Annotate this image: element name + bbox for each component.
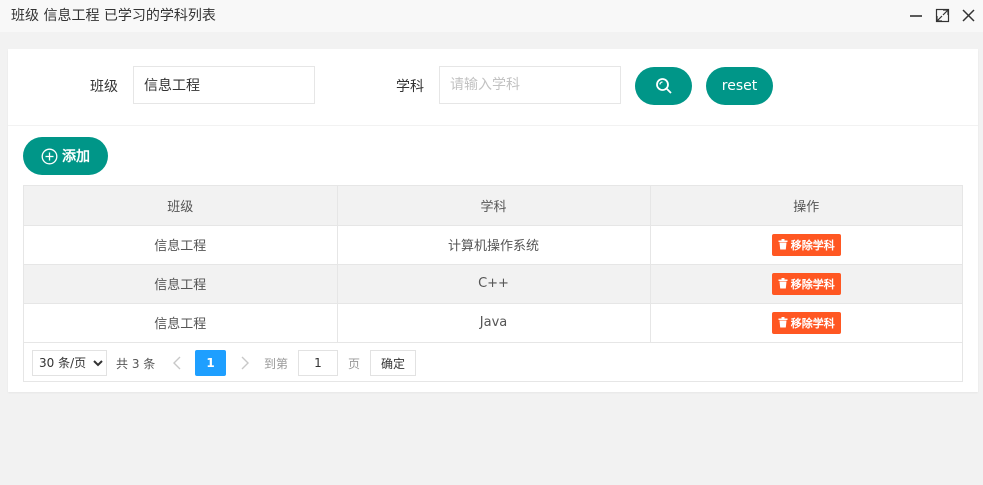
window-title: 班级 信息工程 已学习的学科列表 [11,8,216,24]
remove-subject-label: 移除学科 [790,316,835,330]
search-button[interactable] [635,67,692,105]
trash-icon [778,239,788,250]
cell-class: 信息工程 [24,303,338,343]
search-icon [655,77,673,95]
search-form: 班级 学科 reset [8,49,978,126]
subject-table: 班级 学科 操作 信息工程 计算机操作系统 移除学科 信息工程 C++ 移除学科… [23,185,963,382]
add-button[interactable]: 添加 [23,137,108,175]
column-header-class[interactable]: 班级 [24,186,338,226]
page-unit-label: 页 [348,356,361,371]
page-size-select[interactable]: 30 条/页 [32,350,107,376]
cell-class: 信息工程 [24,225,338,265]
table-row[interactable]: 信息工程 Java 移除学科 [24,303,962,343]
cell-action: 移除学科 [650,303,962,343]
next-page-icon[interactable] [236,350,254,376]
cell-subject: 计算机操作系统 [337,225,651,265]
remove-subject-button[interactable]: 移除学科 [771,272,841,295]
goto-label: 到第 [264,356,289,371]
maximize-icon[interactable] [933,6,951,24]
remove-subject-label: 移除学科 [790,238,835,252]
add-button-label: 添加 [62,149,90,165]
cell-action: 移除学科 [650,225,962,265]
class-label: 班级 [90,79,118,95]
table-header-row: 班级 学科 操作 [24,186,962,226]
column-header-action[interactable]: 操作 [650,186,962,226]
goto-confirm-button[interactable]: 确定 [370,350,416,376]
cell-class: 信息工程 [24,264,338,304]
remove-subject-label: 移除学科 [790,277,835,291]
remove-subject-button[interactable]: 移除学科 [771,311,841,334]
total-count: 共 3 条 [116,356,156,371]
column-header-subject[interactable]: 学科 [337,186,651,226]
window-titlebar: 班级 信息工程 已学习的学科列表 [0,0,983,32]
pagination: 30 条/页 共 3 条 1 到第 页 确定 [24,342,962,382]
cell-action: 移除学科 [650,264,962,304]
goto-page-input[interactable] [298,350,338,376]
prev-page-icon[interactable] [168,350,186,376]
cell-subject: Java [337,303,651,343]
reset-button[interactable]: reset [706,67,773,105]
current-page[interactable]: 1 [195,350,226,376]
cell-subject: C++ [337,264,651,304]
table-row[interactable]: 信息工程 计算机操作系统 移除学科 [24,225,962,265]
plus-circle-icon [41,148,58,165]
minimize-icon[interactable] [907,6,925,24]
class-input[interactable] [133,66,315,104]
remove-subject-button[interactable]: 移除学科 [771,233,841,256]
subject-label: 学科 [396,79,424,95]
main-panel: 班级 学科 reset 添加 [8,49,978,392]
table-row[interactable]: 信息工程 C++ 移除学科 [24,264,962,304]
close-icon[interactable] [959,6,977,24]
trash-icon [778,317,788,328]
trash-icon [778,278,788,289]
subject-input[interactable] [439,66,621,104]
